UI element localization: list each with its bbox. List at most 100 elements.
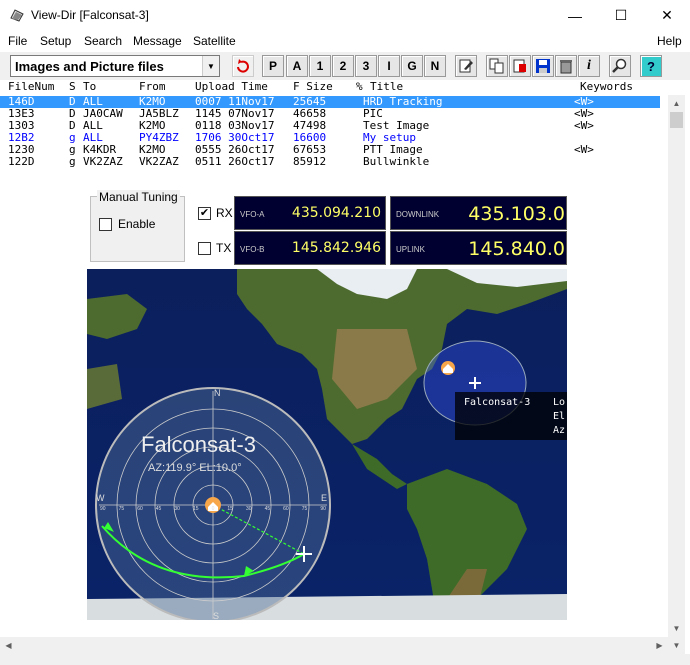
list-scroll-thumb[interactable] [670,112,683,128]
tick-label: 60 [137,506,143,512]
copy-button[interactable] [486,55,508,77]
filter-n-label: N [430,59,440,73]
menu-search[interactable]: Search [84,34,122,48]
manual-tuning-legend: Manual Tuning [97,190,180,204]
filter-3-label: 3 [362,59,370,73]
close-button[interactable]: ✕ [644,0,690,31]
chevron-down-icon[interactable]: ▼ [202,56,219,76]
tx-label: TX [216,241,232,255]
radar-az-el: AZ:119.9° EL:10.0° [148,462,242,474]
tick-label: 45 [264,506,271,512]
compass-n: N [214,388,221,398]
filter-a-label: A [292,59,302,73]
col-upload-time[interactable]: Upload Time [195,80,268,95]
tick-label: 0 [211,506,215,512]
menu-satellite[interactable]: Satellite [193,34,236,48]
filter-i-button[interactable]: I [378,55,400,77]
tick-label: 30 [174,506,180,512]
col-to[interactable]: To [83,80,96,95]
filter-p-label: P [268,59,277,73]
main-scrollbar[interactable]: ▼ [668,175,685,637]
vfo-a-label: VFO-A [240,210,265,219]
scroll-down-icon[interactable]: ▼ [668,620,685,637]
scroll-right-icon[interactable]: ▶ [651,637,668,654]
popup-satellite-name: Falconsat-3 [464,397,531,408]
popup-line-2: El [553,411,566,422]
vfo-b-display[interactable]: VFO-B 145.842.946 [234,231,386,265]
window-title: View-Dir [Falconsat-3] [31,8,149,22]
menu-file[interactable]: File [8,34,27,48]
filter-a-button[interactable]: A [286,55,308,77]
tracking-map[interactable]: Falconsat-3 Lo El Az Falconsat-3 AZ:119.… [87,269,567,620]
downlink-value: 435.103.0 [468,203,565,225]
filter-p-button[interactable]: P [262,55,284,77]
vfo-b-label: VFO-B [240,245,265,254]
menu-help[interactable]: Help [657,34,682,48]
refresh-button[interactable] [232,55,254,77]
filter-2-button[interactable]: 2 [332,55,354,77]
table-row[interactable]: 122D g VK2ZAZ VK2ZAZ 0511 26Oct17 85912 … [0,155,660,168]
save-icon [536,59,550,73]
vfo-a-display[interactable]: VFO-A 435.094.210 [234,196,386,230]
scroll-left-icon[interactable]: ◀ [0,637,17,654]
elevation-ticks: 90 75 60 45 30 15 0 15 30 45 60 75 90 [100,506,326,514]
enable-checkbox[interactable] [99,218,112,231]
maximize-button[interactable]: ☐ [598,0,644,31]
menu-message[interactable]: Message [133,34,182,48]
copy-icon [489,58,504,74]
status-bar [0,654,690,665]
filter-1-label: 1 [316,59,324,73]
filter-1-button[interactable]: 1 [309,55,331,77]
file-filter-select[interactable]: Images and Picture files ▼ [10,55,220,77]
rx-checkbox[interactable]: ✔ [198,207,211,220]
maximize-icon: ☐ [614,7,628,23]
polar-plot [95,387,331,620]
menu-bar: File Setup Search Message Satellite Help [0,31,690,51]
filter-g-button[interactable]: G [401,55,423,77]
popup-line-3: Az [553,425,566,436]
tx-checkbox[interactable] [198,242,211,255]
menu-setup[interactable]: Setup [40,34,71,48]
radar-overlay[interactable]: Falconsat-3 AZ:119.9° EL:10.0° N S E W 9… [94,386,332,620]
minimize-button[interactable]: — [552,0,598,31]
compass-w: W [96,493,105,503]
horizontal-scrollbar[interactable]: ◀ ▶ [0,637,668,654]
list-scrollbar[interactable]: ▲ [668,95,685,175]
col-fsize[interactable]: F Size [293,80,333,95]
filter-i-label: I [387,59,391,73]
mark-button[interactable] [509,55,531,77]
filter-2-label: 2 [339,59,347,73]
edit-icon [459,59,473,73]
col-from[interactable]: From [139,80,166,95]
main-scroll-down-icon[interactable]: ▼ [668,637,685,654]
col-keywords[interactable]: Keywords [580,80,633,95]
tick-label: 15 [192,506,199,512]
edit-button[interactable] [455,55,477,77]
vfo-b-value: 145.842.946 [291,240,381,256]
filter-n-button[interactable]: N [424,55,446,77]
tick-label: 90 [100,506,106,512]
tick-label: 75 [301,506,308,512]
col-s[interactable]: S [69,80,76,95]
cell-title: Bullwinkle [363,155,430,168]
uplink-display: UPLINK 145.840.0 [390,231,567,265]
popup-line-1: Lo [553,397,566,408]
save-button[interactable] [532,55,554,77]
col-title[interactable]: Title [370,80,403,95]
help-button[interactable]: ? [640,55,662,77]
uplink-value: 145.840.0 [468,238,565,260]
find-button[interactable] [609,55,631,77]
scroll-up-icon[interactable]: ▲ [668,95,685,112]
delete-button[interactable] [555,55,577,77]
file-filter-value: Images and Picture files [15,59,164,74]
cell-upload: 0511 26Oct17 [195,155,275,168]
help-icon: ? [647,58,655,74]
filter-3-button[interactable]: 3 [355,55,377,77]
cell-filenum: 122D [8,155,35,168]
cell-to: VK2ZAZ [83,155,123,168]
col-filenum[interactable]: FileNum [8,80,54,95]
compass-e: E [321,493,328,503]
magnifier-icon [612,58,627,73]
col-pct[interactable]: % [356,80,363,95]
info-button[interactable]: i [578,55,600,77]
